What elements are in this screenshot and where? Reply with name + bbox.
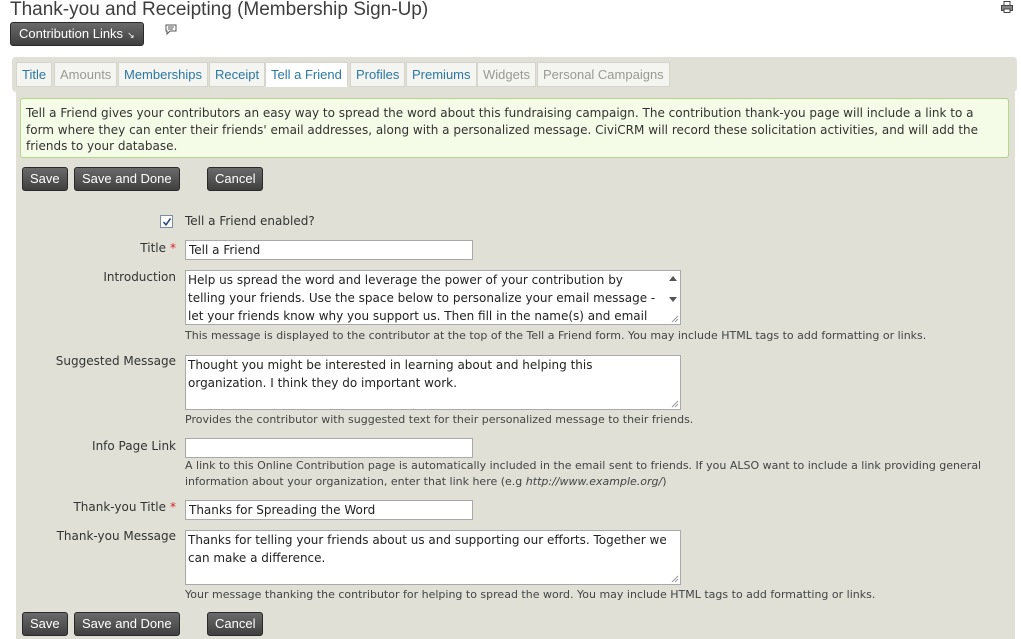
tab-widgets: Widgets [477,62,536,87]
print-icon[interactable] [1001,1,1013,13]
thankyou-message-help: Your message thanking the contributor fo… [185,588,876,601]
introduction-textarea[interactable]: Help us spread the word and leverage the… [185,270,681,325]
introduction-help: This message is displayed to the contrib… [185,329,927,342]
tab-tell-a-friend[interactable]: Tell a Friend [265,62,348,87]
cancel-button-top[interactable]: Cancel [207,167,264,191]
info-page-link-label: Info Page Link [92,439,176,453]
thankyou-title-label: Thank-you Title * [73,500,176,514]
tab-memberships[interactable]: Memberships [118,62,209,87]
cancel-button-bottom[interactable]: Cancel [207,612,264,636]
info-page-link-help-suffix: ) [662,475,667,488]
suggested-message-textarea[interactable]: Thought you might be interested in learn… [185,355,681,410]
resize-grip-icon[interactable] [669,313,679,323]
thankyou-title-input[interactable]: Thanks for Spreading the Word [185,500,473,520]
required-mark: * [170,500,176,514]
suggested-message-help: Provides the contributor with suggested … [185,413,694,426]
tell-a-friend-enabled-label: Tell a Friend enabled? [185,214,315,228]
save-and-done-button-bottom[interactable]: Save and Done [74,612,180,636]
contribution-links-label: Contribution Links [19,26,124,41]
info-message: Tell a Friend gives your contributors an… [20,98,1009,158]
introduction-text: Help us spread the word and leverage the… [188,273,656,323]
tab-profiles[interactable]: Profiles [350,62,406,87]
resize-grip-icon[interactable] [669,398,679,408]
required-mark: * [170,241,176,255]
title-input[interactable]: Tell a Friend [185,240,473,260]
tab-bar: Title Amounts Memberships Receipt Tell a… [12,57,1017,92]
tell-a-friend-enabled-checkbox[interactable] [160,215,173,228]
page-title: Thank-you and Receipting (Membership Sig… [10,0,429,20]
introduction-label: Introduction [103,270,176,284]
save-and-done-button-top[interactable]: Save and Done [74,167,180,191]
help-icon[interactable] [165,24,177,36]
scroll-up-icon[interactable] [669,276,677,281]
thankyou-message-label: Thank-you Message [56,529,176,543]
resize-grip-icon[interactable] [669,573,679,583]
info-page-link-help: A link to this Online Contribution page … [185,458,1005,490]
thankyou-title-label-text: Thank-you Title [73,500,166,514]
contribution-links-button[interactable]: Contribution Links ↘ [10,22,144,46]
thankyou-message-textarea[interactable]: Thanks for telling your friends about us… [185,530,681,585]
example-url: http://www.example.org/ [525,475,663,488]
save-button-bottom[interactable]: Save [22,612,68,636]
save-button-top[interactable]: Save [22,167,68,191]
title-label: Title * [140,241,176,255]
suggested-message-text: Thought you might be interested in learn… [188,358,593,390]
info-page-link-input[interactable] [185,438,473,458]
arrow-down-right-icon: ↘ [127,30,135,40]
title-label-text: Title [140,241,166,255]
tab-receipt[interactable]: Receipt [209,62,266,87]
scroll-down-icon[interactable] [669,297,677,302]
tab-personal-campaigns: Personal Campaigns [537,62,670,87]
thankyou-message-text: Thanks for telling your friends about us… [188,533,667,565]
tab-premiums[interactable]: Premiums [406,62,477,87]
tab-amounts: Amounts [54,62,118,87]
tab-title[interactable]: Title [16,62,53,87]
suggested-message-label: Suggested Message [55,354,176,368]
